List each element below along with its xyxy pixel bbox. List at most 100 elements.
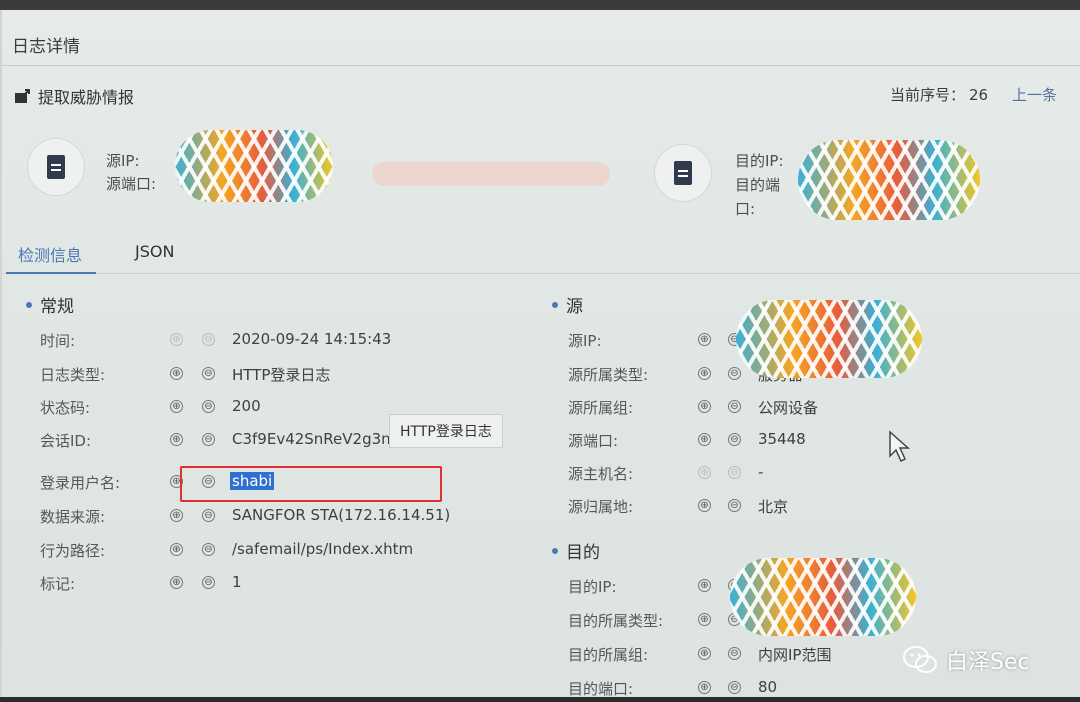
src-port-label: 源端口: xyxy=(106,175,157,193)
remove-filter-icon[interactable]: ⊖ xyxy=(202,433,215,446)
remove-filter-icon[interactable]: ⊖ xyxy=(202,333,215,346)
add-filter-icon[interactable]: ⊕ xyxy=(170,543,183,556)
field-key: 目的IP: xyxy=(568,578,617,596)
field-row-src-location: 源归属地: ⊕ ⊖ 北京 xyxy=(568,496,948,520)
field-key: 日志类型: xyxy=(40,366,106,384)
add-filter-icon[interactable]: ⊕ xyxy=(170,576,183,589)
field-key: 会话ID: xyxy=(40,432,92,450)
field-key: 源归属地: xyxy=(568,498,634,516)
field-row-src-group: 源所属组: ⊕ ⊖ 公网设备 xyxy=(568,397,948,421)
add-filter-icon[interactable]: ⊕ xyxy=(698,613,711,626)
bullet-icon xyxy=(552,301,558,308)
remove-filter-icon[interactable]: ⊖ xyxy=(728,466,741,479)
field-row-src-hostname: 源主机名: ⊕ ⊖ - xyxy=(568,463,948,487)
add-filter-icon[interactable]: ⊕ xyxy=(170,333,183,346)
add-filter-icon[interactable]: ⊕ xyxy=(170,433,183,446)
extract-threat-intel-label: 提取威胁情报 xyxy=(38,88,135,107)
remove-filter-icon[interactable]: ⊖ xyxy=(728,433,741,446)
sequence-label: 当前序号： xyxy=(890,86,966,104)
watermark: 白泽Sec xyxy=(902,644,1030,676)
watermark-text: 白泽Sec xyxy=(946,650,1030,675)
add-filter-icon[interactable]: ⊕ xyxy=(698,681,711,694)
dst-port-label-cont: 口: xyxy=(735,200,756,218)
field-row-time: 时间: ⊕ ⊖ 2020-09-24 14:15:43 xyxy=(40,330,520,354)
remove-filter-icon[interactable]: ⊖ xyxy=(728,681,741,694)
general-section-heading: 常规 xyxy=(26,292,74,317)
add-filter-icon[interactable]: ⊕ xyxy=(170,509,183,522)
log-detail-dialog: 日志详情 提取威胁情报 当前序号： 26 上一条 源IP: 源端口: 目的IP: … xyxy=(0,10,1080,698)
src-ip-label: 源IP: xyxy=(106,152,140,170)
sequence-value: 26 xyxy=(969,86,989,104)
highlight-box xyxy=(180,466,442,502)
remove-filter-icon[interactable]: ⊖ xyxy=(202,576,215,589)
add-filter-icon[interactable]: ⊕ xyxy=(698,466,711,479)
add-filter-icon[interactable]: ⊕ xyxy=(698,333,711,346)
field-value: 80 xyxy=(758,678,778,696)
extract-threat-intel-button[interactable]: 提取威胁情报 xyxy=(14,84,134,108)
add-filter-icon[interactable]: ⊕ xyxy=(170,400,183,413)
current-sequence: 当前序号： 26 xyxy=(890,84,988,105)
dst-port-label: 目的端 xyxy=(735,176,781,194)
add-filter-icon[interactable]: ⊕ xyxy=(170,367,183,380)
remove-filter-icon[interactable]: ⊖ xyxy=(202,367,215,380)
screen-top-edge xyxy=(0,0,1080,10)
add-filter-icon[interactable]: ⊕ xyxy=(698,400,711,413)
dest-host-icon xyxy=(654,144,712,202)
field-key: 目的端口: xyxy=(568,680,634,698)
tooltip: HTTP登录日志 xyxy=(389,414,503,448)
field-value: /safemail/ps/Index.xhtm xyxy=(232,540,414,558)
server-icon xyxy=(674,161,692,185)
add-filter-icon[interactable]: ⊕ xyxy=(698,367,711,380)
add-filter-icon[interactable]: ⊕ xyxy=(698,647,711,660)
add-filter-icon[interactable]: ⊕ xyxy=(698,499,711,512)
field-value: 北京 xyxy=(758,498,789,516)
field-value: 200 xyxy=(232,397,261,415)
bullet-icon xyxy=(552,547,558,554)
dest-section-heading: 目的 xyxy=(552,538,600,563)
source-host-icon xyxy=(27,138,85,196)
field-key: 源端口: xyxy=(568,432,619,450)
remove-filter-icon[interactable]: ⊖ xyxy=(202,509,215,522)
field-key: 数据来源: xyxy=(40,508,106,526)
remove-filter-icon[interactable]: ⊖ xyxy=(202,543,215,556)
field-key: 时间: xyxy=(40,332,76,350)
detail-tabs: 检测信息 JSON xyxy=(2,236,1080,274)
redacted-dst-ip-value xyxy=(730,558,916,636)
redacted-src-ip xyxy=(175,130,333,202)
dest-heading-label: 目的 xyxy=(566,543,600,563)
remove-filter-icon[interactable]: ⊖ xyxy=(728,647,741,660)
field-row-dst-group: 目的所属组: ⊕ ⊖ 内网IP范围 xyxy=(568,644,948,668)
field-row-dst-port: 目的端口: ⊕ ⊖ 80 xyxy=(568,678,948,702)
field-value: 2020-09-24 14:15:43 xyxy=(232,330,392,348)
field-value: SANGFOR STA(172.16.14.51) xyxy=(232,506,451,524)
field-row-mark: 标记: ⊕ ⊖ 1 xyxy=(40,573,520,597)
field-key: 源IP: xyxy=(568,332,602,350)
field-row-action-path: 行为路径: ⊕ ⊖ /safemail/ps/Index.xhtm xyxy=(40,540,520,564)
field-key: 目的所属组: xyxy=(568,646,649,664)
dialog-title: 日志详情 xyxy=(12,37,80,57)
field-key: 源所属组: xyxy=(568,399,634,417)
remove-filter-icon[interactable]: ⊖ xyxy=(202,400,215,413)
field-value: HTTP登录日志 xyxy=(232,366,331,384)
field-key: 状态码: xyxy=(40,399,91,417)
export-icon xyxy=(15,89,30,103)
source-section-heading: 源 xyxy=(552,292,583,317)
field-value: - xyxy=(758,463,764,481)
field-value: 35448 xyxy=(758,430,806,448)
tab-json[interactable]: JSON xyxy=(135,242,174,261)
remove-filter-icon[interactable]: ⊖ xyxy=(728,400,741,413)
title-divider xyxy=(2,65,1080,66)
tab-detection-info[interactable]: 检测信息 xyxy=(5,242,97,274)
field-value: 公网设备 xyxy=(758,399,819,417)
field-value: 1 xyxy=(232,573,242,591)
redacted-src-ip-value xyxy=(736,300,922,378)
add-filter-icon[interactable]: ⊕ xyxy=(698,579,711,592)
previous-entry-link[interactable]: 上一条 xyxy=(1012,84,1057,105)
wechat-icon xyxy=(903,646,937,673)
remove-filter-icon[interactable]: ⊖ xyxy=(728,499,741,512)
dst-ip-label: 目的IP: xyxy=(735,152,784,170)
remove-filter-icon[interactable]: ⊖ xyxy=(728,367,741,380)
field-row-data-source: 数据来源: ⊕ ⊖ SANGFOR STA(172.16.14.51) xyxy=(40,506,520,530)
bullet-icon xyxy=(26,301,32,308)
add-filter-icon[interactable]: ⊕ xyxy=(698,433,711,446)
